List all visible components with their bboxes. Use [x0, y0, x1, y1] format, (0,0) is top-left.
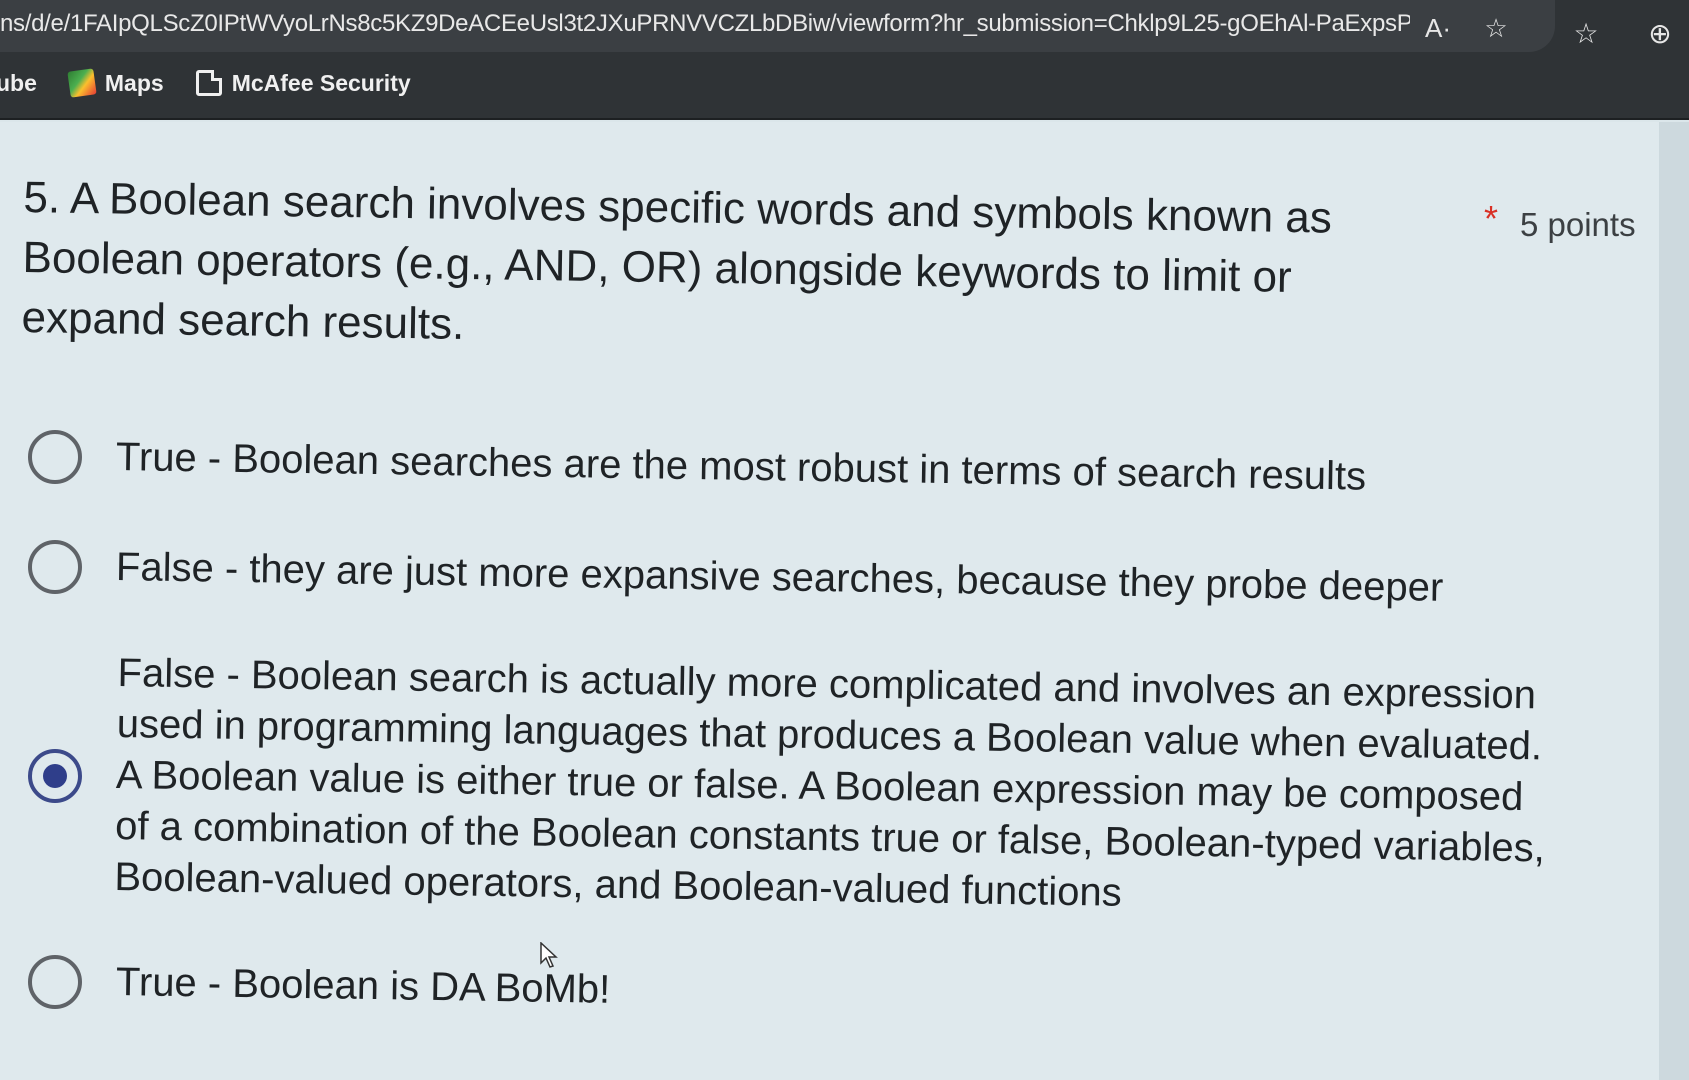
- read-aloud-icon[interactable]: A·: [1420, 10, 1456, 46]
- address-bar[interactable]: ns/d/e/1FAIpQLScZ0IPtWVyoLrNs8c5KZ9DeACE…: [0, 0, 1555, 52]
- question-points: 5 points: [1520, 206, 1636, 243]
- bookmark-label: McAfee Security: [231, 69, 411, 96]
- favorite-star-icon[interactable]: ☆: [1478, 10, 1514, 46]
- answer-option-4[interactable]: True - Boolean is DA BoMb!: [28, 955, 1588, 1011]
- bookmark-youtube[interactable]: ube: [0, 70, 37, 97]
- question-title: 5. A Boolean search involves specific wo…: [21, 172, 1333, 349]
- option-label: False - Boolean search is actually more …: [114, 651, 1546, 915]
- mouse-cursor-icon: [540, 942, 558, 968]
- browser-chrome: ns/d/e/1FAIpQLScZ0IPtWVyoLrNs8c5KZ9DeACE…: [0, 0, 1689, 120]
- option-label: True - Boolean is DA BoMb!: [115, 959, 611, 1012]
- required-asterisk: *: [1484, 198, 1499, 239]
- radio-button[interactable]: [28, 955, 82, 1009]
- bookmark-maps[interactable]: Maps: [67, 68, 164, 98]
- favorites-list-icon[interactable]: ☆: [1566, 14, 1606, 54]
- answer-option-1[interactable]: True - Boolean searches are the most rob…: [28, 430, 1588, 498]
- bookmark-label: ube: [0, 69, 37, 96]
- page-icon: [195, 70, 222, 96]
- bookmarks-bar: ube Maps McAfee Security: [0, 52, 1689, 114]
- radio-button-selected[interactable]: [28, 748, 82, 803]
- radio-button[interactable]: [28, 540, 82, 594]
- url-text[interactable]: ns/d/e/1FAIpQLScZ0IPtWVyoLrNs8c5KZ9DeACE…: [0, 10, 1410, 38]
- radio-button[interactable]: [28, 430, 82, 484]
- bookmark-mcafee[interactable]: McAfee Security: [195, 69, 411, 97]
- bookmark-label: Maps: [104, 69, 164, 96]
- answer-option-3[interactable]: False - Boolean search is actually more …: [28, 648, 1588, 915]
- card-edge: [1659, 122, 1689, 1080]
- maps-icon: [67, 68, 97, 98]
- collections-icon[interactable]: ⊕: [1640, 14, 1680, 54]
- answer-option-2[interactable]: False - they are just more expansive sea…: [28, 540, 1588, 609]
